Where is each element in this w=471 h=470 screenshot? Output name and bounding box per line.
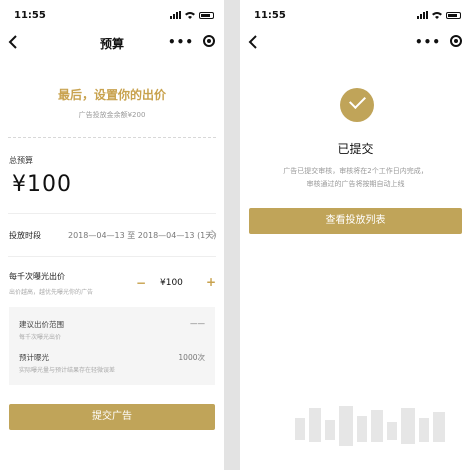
period-label: 投放时段: [9, 231, 41, 240]
budget-label: 总预算: [9, 156, 33, 165]
divider: [8, 137, 216, 138]
divider: [8, 256, 216, 257]
battery-icon: [199, 11, 214, 19]
bid-minus-button[interactable]: −: [136, 276, 146, 290]
bid-value[interactable]: ¥100: [160, 278, 183, 288]
signal-icon: [170, 11, 181, 19]
close-miniprogram-icon[interactable]: [203, 35, 215, 47]
wifi-icon: [185, 12, 195, 19]
balance-text: 广告投放金余额¥200: [78, 111, 146, 119]
more-icon[interactable]: •••: [168, 35, 194, 49]
period-value[interactable]: 2018—04—13 至 2018—04—13 (1天): [68, 230, 216, 241]
success-check-icon: [340, 88, 374, 122]
bid-hint: 出价越高，越优先曝光你的广告: [9, 289, 94, 296]
screen-gap: [224, 0, 240, 470]
exposure-value: 1000次: [178, 353, 205, 362]
submitted-title: 已提交: [337, 142, 374, 156]
more-icon[interactable]: •••: [415, 35, 441, 49]
nav-bar: •••: [240, 30, 471, 56]
status-time: 11:55: [254, 10, 286, 21]
wifi-icon: [432, 12, 442, 19]
budget-screen: 11:55 预算 ••• 最后，设置你的出价 广告投放金余额¥200 总预算 ¥…: [0, 0, 224, 470]
back-arrow-icon[interactable]: [6, 34, 22, 50]
watermark: [295, 400, 455, 458]
close-miniprogram-icon[interactable]: [450, 35, 462, 47]
exposure-hint: 实际曝光量与预计结果存在轻微误差: [19, 367, 116, 374]
headline: 最后，设置你的出价: [57, 88, 166, 102]
estimate-panel: 建议出价范围 每千次曝光出价 —— 预计曝光 实际曝光量与预计结果存在轻微误差 …: [9, 307, 215, 385]
divider: [8, 213, 216, 214]
status-bar: 11:55: [0, 0, 224, 30]
suggest-value: ——: [190, 319, 205, 328]
signal-icon: [417, 11, 428, 19]
status-time: 11:55: [14, 10, 46, 21]
status-bar: 11:55: [240, 0, 471, 30]
view-list-button[interactable]: 查看投放列表: [249, 208, 462, 234]
exposure-label: 预计曝光: [19, 353, 49, 362]
submit-ad-button[interactable]: 提交广告: [9, 404, 215, 430]
submitted-desc-line1: 广告已提交审核，审核将在2个工作日内完成，: [283, 167, 428, 175]
suggest-hint: 每千次曝光出价: [19, 334, 62, 341]
submitted-desc-line2: 审核通过的广告将按期自动上线: [306, 180, 405, 188]
nav-bar: 预算 •••: [0, 30, 224, 56]
battery-icon: [446, 11, 461, 19]
suggest-label: 建议出价范围: [19, 320, 64, 329]
bid-label: 每千次曝光出价: [9, 272, 65, 281]
bid-plus-button[interactable]: +: [206, 275, 216, 289]
budget-amount[interactable]: ¥100: [12, 172, 72, 197]
back-arrow-icon[interactable]: [246, 34, 262, 50]
